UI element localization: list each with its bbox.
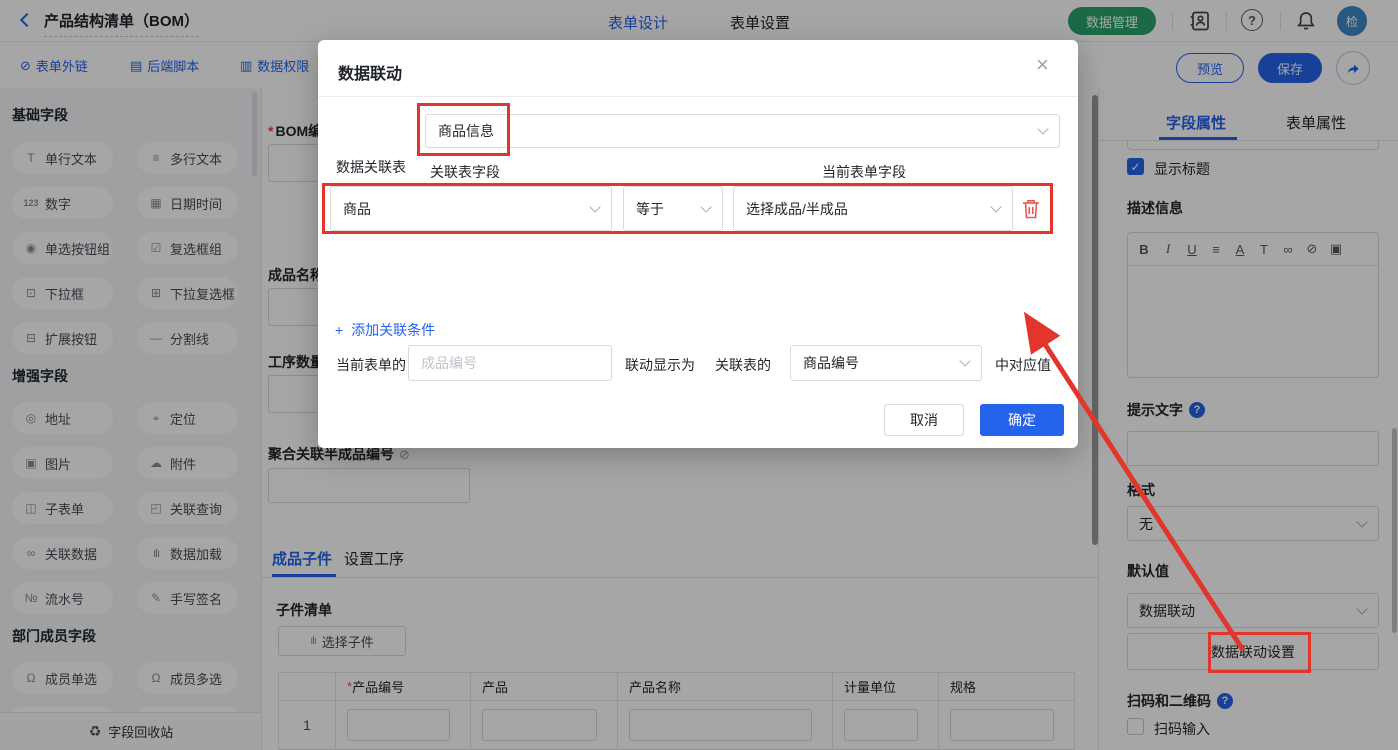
add-condition-button[interactable]: + 添加关联条件 — [335, 320, 435, 340]
chevron-down-icon — [1037, 123, 1049, 135]
close-icon[interactable]: × — [1036, 54, 1049, 76]
annotation-box-link-table — [417, 103, 510, 156]
corresponding-value-label: 中对应值 — [995, 357, 1051, 373]
modal-title: 数据联动 — [338, 66, 403, 83]
plus-icon: + — [335, 322, 344, 338]
linked-display-field-select[interactable]: 商品编号 — [790, 345, 982, 381]
link-table-select[interactable]: 商品信息 — [425, 114, 1060, 148]
current-field-input[interactable]: 成品编号 — [408, 345, 612, 381]
chevron-down-icon — [959, 355, 971, 367]
confirm-button[interactable]: 确定 — [980, 404, 1064, 436]
annotation-box-condition-row — [322, 183, 1053, 234]
col-header-current-field: 当前表单字段 — [822, 164, 906, 180]
display-as-label: 联动显示为 — [625, 357, 695, 373]
divider — [318, 96, 1078, 97]
data-linkage-modal: 数据联动 × 数据关联表 商品信息 关联表字段 当前表单字段 商品 等于 选择成… — [318, 40, 1078, 448]
annotation-box-linkage-settings — [1208, 632, 1311, 673]
input-value: 成品编号 — [421, 355, 477, 371]
link-table-label: 数据关联表 — [336, 159, 406, 175]
select-value: 商品编号 — [803, 355, 859, 371]
cancel-button[interactable]: 取消 — [884, 404, 964, 436]
add-condition-label: 添加关联条件 — [351, 322, 436, 338]
col-header-linked-field: 关联表字段 — [430, 164, 500, 180]
current-form-of-label: 当前表单的 — [336, 357, 406, 373]
linked-table-of-label: 关联表的 — [715, 357, 771, 373]
app-root: 产品结构清单（BOM） 表单设计 表单设置 数据管理 ? 检 ⊘ 表单外链 ▤ … — [0, 0, 1398, 750]
